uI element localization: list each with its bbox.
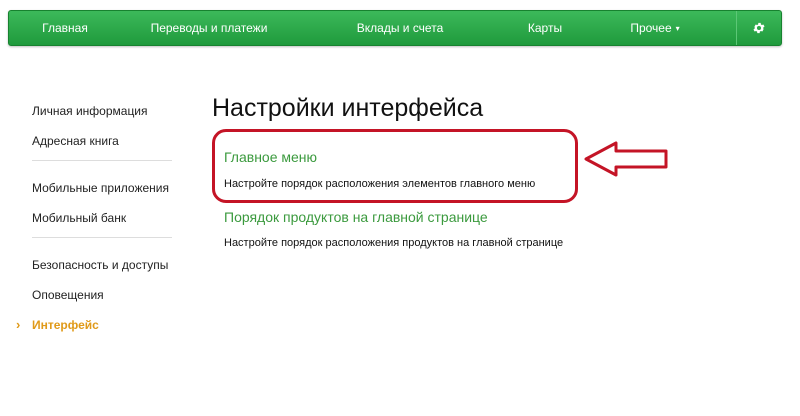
nav-item-home[interactable]: Главная xyxy=(9,11,121,45)
top-navbar: Главная Переводы и платежи Вклады и счет… xyxy=(8,10,782,46)
settings-button[interactable] xyxy=(736,11,781,45)
sidebar-item-security[interactable]: Безопасность и доступы xyxy=(14,250,174,280)
page-title: Настройки интерфейса xyxy=(212,94,484,122)
sidebar-divider xyxy=(32,160,172,161)
sidebar-item-personal-info[interactable]: Личная информация xyxy=(14,96,174,126)
annotation-highlight-box xyxy=(212,129,578,203)
sidebar-item-mobile-bank[interactable]: Мобильный банк xyxy=(14,203,174,233)
sidebar-item-label: Интерфейс xyxy=(32,318,99,332)
nav-item-cards[interactable]: Карты xyxy=(503,11,587,45)
nav-item-other[interactable]: Прочее ▾ xyxy=(587,11,723,45)
annotation-arrow-icon xyxy=(584,141,668,177)
sidebar-item-interface[interactable]: › Интерфейс xyxy=(14,310,174,340)
nav-item-transfers[interactable]: Переводы и платежи xyxy=(121,11,297,45)
sidebar-item-address-book[interactable]: Адресная книга xyxy=(14,126,174,156)
sidebar-item-mobile-apps[interactable]: Мобильные приложения xyxy=(14,173,174,203)
chevron-right-icon: › xyxy=(16,317,21,332)
gear-icon xyxy=(753,22,765,34)
sidebar-divider xyxy=(32,237,172,238)
product-order-description: Настройте порядок расположения продуктов… xyxy=(224,237,564,249)
chevron-down-icon: ▾ xyxy=(675,24,680,33)
product-order-link[interactable]: Порядок продуктов на главной странице xyxy=(224,209,488,225)
nav-item-deposits[interactable]: Вклады и счета xyxy=(297,11,503,45)
settings-sidebar: Личная информация Адресная книга Мобильн… xyxy=(14,96,174,340)
nav-item-other-label: Прочее xyxy=(630,21,672,35)
sidebar-item-notifications[interactable]: Оповещения xyxy=(14,280,174,310)
